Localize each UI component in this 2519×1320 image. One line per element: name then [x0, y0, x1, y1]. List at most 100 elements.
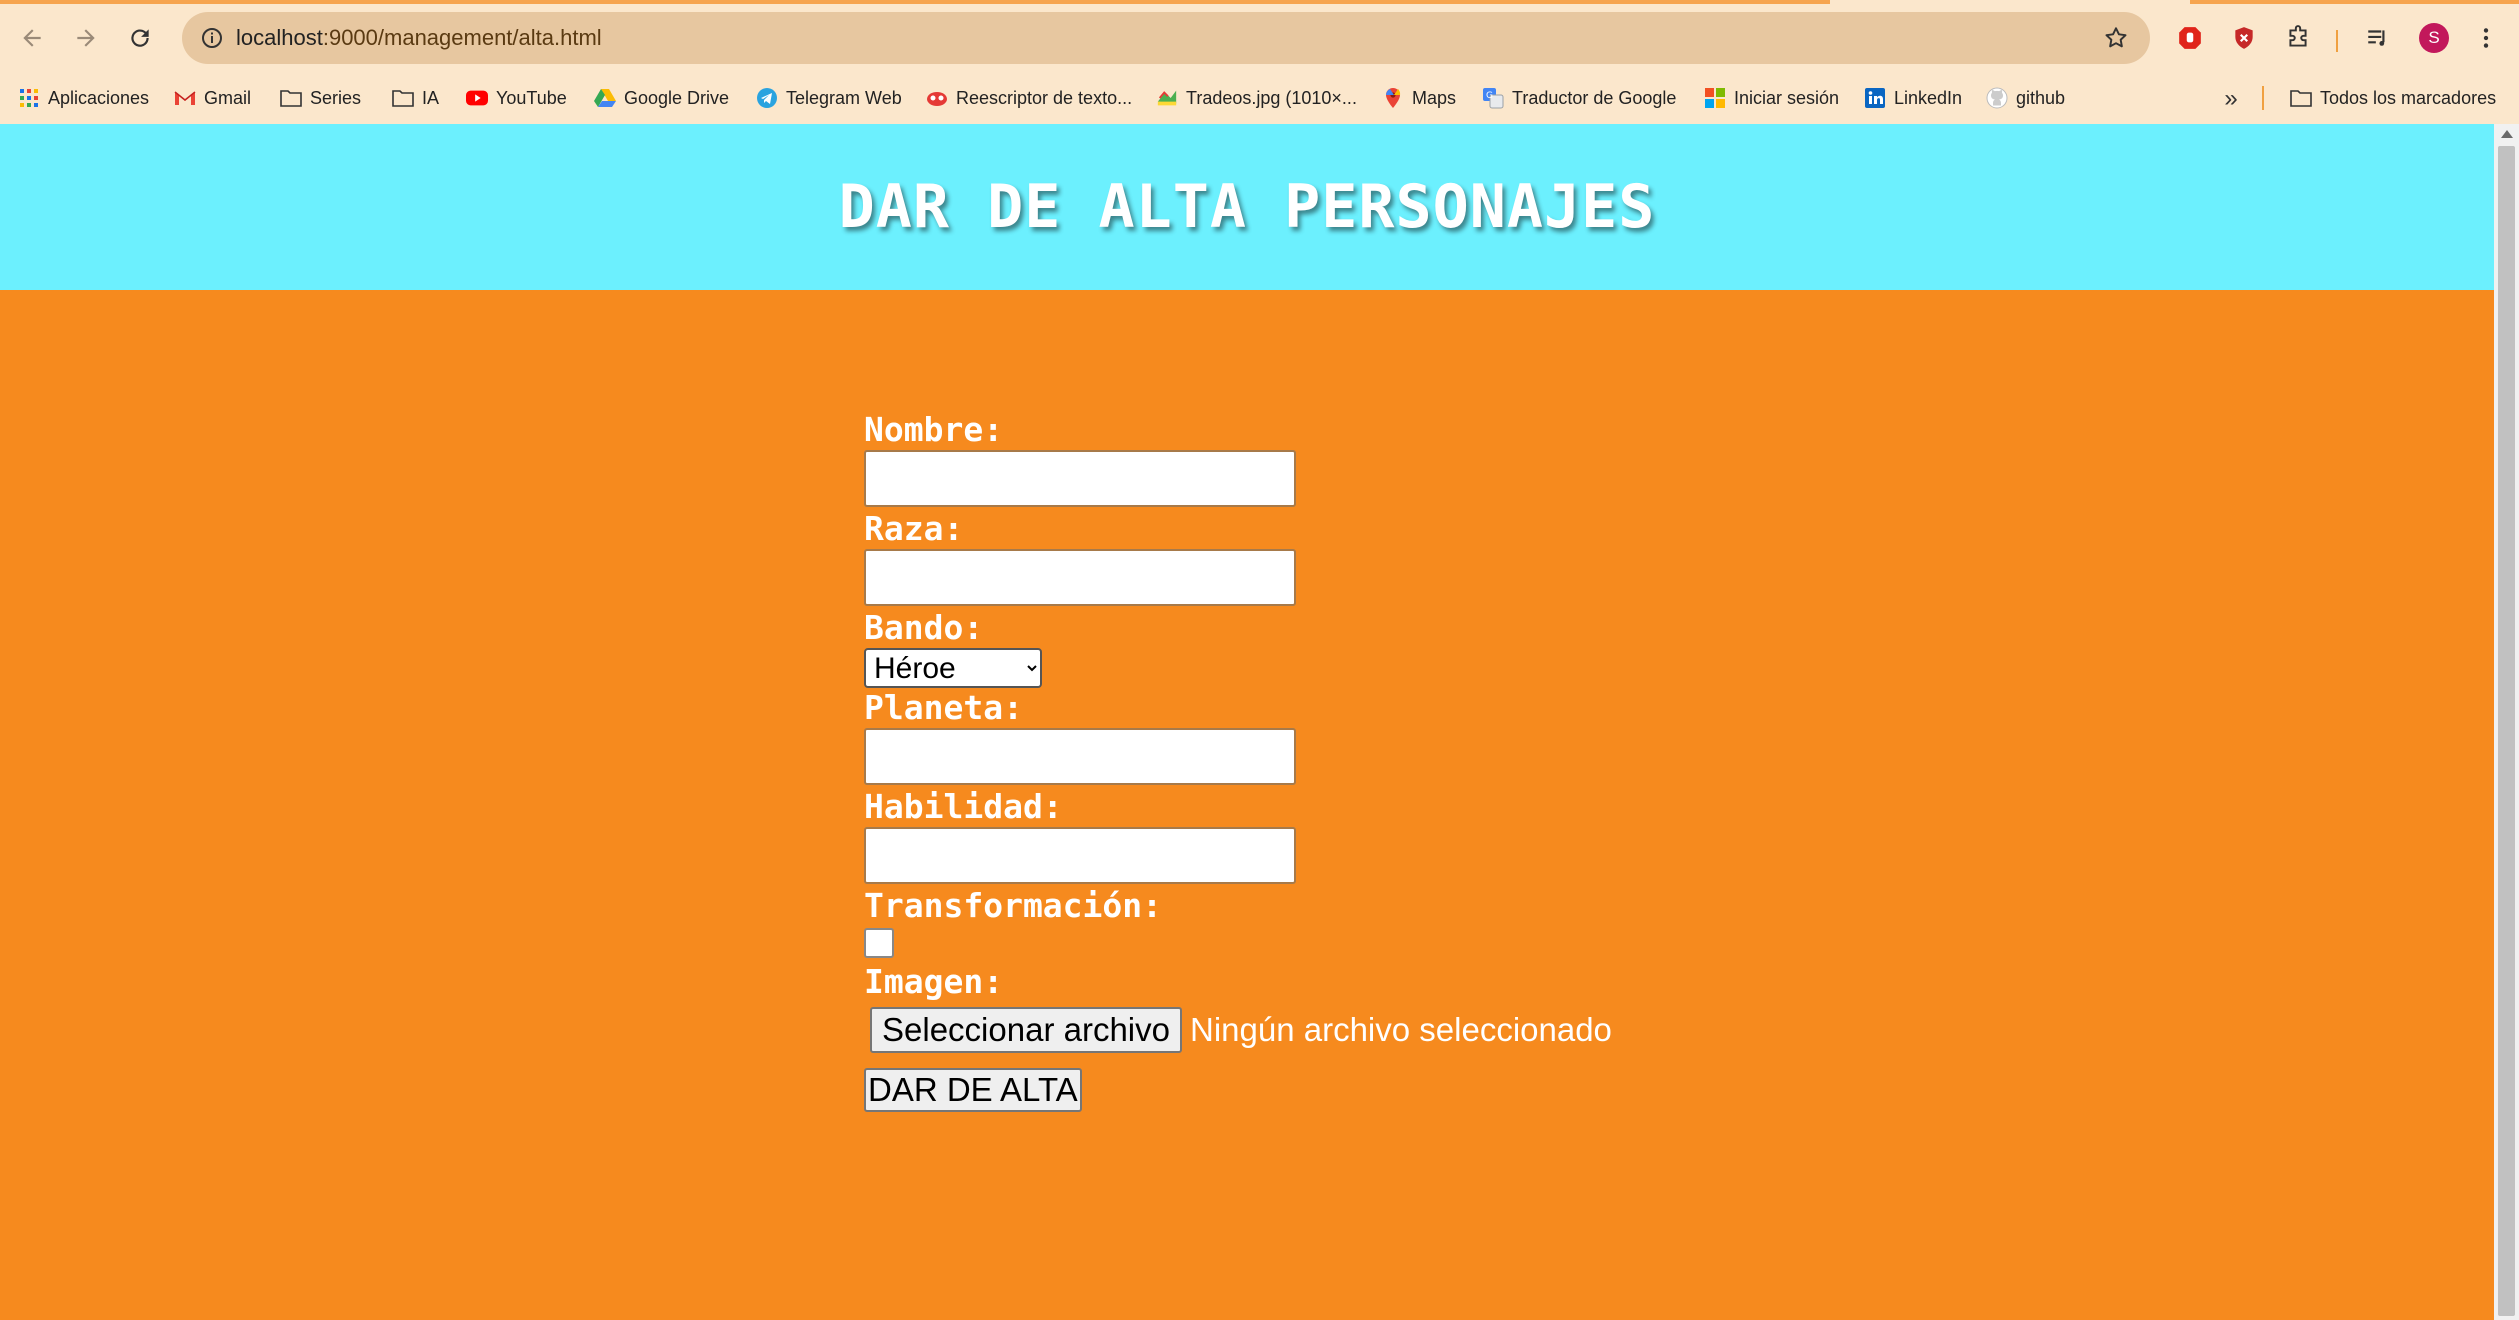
browser-chrome: localhost:9000/management/alta.html S Ap — [0, 0, 2519, 124]
translate-icon: G — [1482, 87, 1504, 109]
bando-label: Bando: — [864, 608, 984, 647]
bookmark-gmail[interactable]: Gmail — [174, 80, 251, 116]
back-button[interactable] — [12, 18, 52, 58]
bando-select[interactable]: Héroe — [864, 648, 1042, 688]
transformacion-checkbox[interactable] — [864, 928, 894, 958]
chevron-double-right-icon: » — [2224, 85, 2238, 112]
all-bookmarks-folder[interactable]: Todos los marcadores — [2290, 80, 2496, 116]
bookmark-label: Series — [310, 87, 362, 108]
bookmark-traductor[interactable]: G Traductor de Google — [1482, 80, 1676, 116]
bookmark-label: Google Drive — [624, 87, 730, 108]
bookmark-linkedin[interactable]: LinkedIn — [1864, 80, 1962, 116]
extension-shield-button[interactable] — [2226, 20, 2262, 56]
star-icon — [2105, 27, 2127, 48]
profile-avatar[interactable]: S — [2416, 20, 2452, 56]
address-bar[interactable]: localhost:9000/management/alta.html — [182, 12, 2150, 64]
adblock-hand-icon — [2179, 27, 2201, 49]
extensions-button[interactable] — [2280, 20, 2316, 56]
scrollbar-thumb[interactable] — [2498, 146, 2515, 1316]
bookmark-label: Gmail — [204, 87, 252, 108]
nombre-label: Nombre: — [864, 410, 1004, 449]
bookmark-label: LinkedIn — [1894, 87, 1963, 108]
telegram-icon — [756, 87, 778, 109]
url-host: localhost — [236, 25, 323, 50]
planeta-label: Planeta: — [864, 688, 1023, 727]
arrow-right-icon — [77, 29, 95, 47]
avatar-initial: S — [2419, 23, 2449, 53]
bookmark-aplicaciones[interactable]: Aplicaciones — [18, 80, 149, 116]
folder-icon — [280, 87, 302, 109]
reload-icon — [131, 29, 149, 47]
gmail-icon — [174, 87, 196, 109]
bookmark-series[interactable]: Series — [280, 80, 361, 116]
bookmark-label: Iniciar sesión — [1734, 87, 1840, 108]
page-header: DAR DE ALTA PERSONAJES — [0, 124, 2494, 290]
bookmark-youtube[interactable]: YouTube — [466, 80, 567, 116]
browser-menu-button[interactable] — [2468, 20, 2504, 56]
nombre-input[interactable] — [864, 450, 1296, 507]
habilidad-label: Habilidad: — [864, 787, 1063, 826]
bookmark-maps[interactable]: Maps — [1382, 80, 1456, 116]
bookmark-google-drive[interactable]: Google Drive — [594, 80, 729, 116]
imagen-file-input[interactable]: Seleccionar archivo Ningún archivo selec… — [864, 1002, 1764, 1058]
habilidad-input[interactable] — [864, 827, 1296, 884]
bookmarks-bar: Aplicaciones Gmail Series IA YouTube Goo… — [0, 72, 2519, 124]
file-status-text: Ningún archivo seleccionado — [1189, 1011, 1612, 1048]
forward-button[interactable] — [66, 18, 106, 58]
bookmarks-separator — [2262, 86, 2264, 110]
arrow-left-icon — [23, 29, 41, 47]
extension-adblock-button[interactable] — [2172, 20, 2208, 56]
dar-de-alta-button[interactable]: DAR DE ALTA — [864, 1068, 1082, 1112]
scroll-up-arrow-icon[interactable] — [2501, 130, 2513, 138]
bookmark-ia[interactable]: IA — [392, 80, 439, 116]
bookmark-label: Todos los marcadores — [2320, 87, 2497, 108]
bookmark-label: Traductor de Google — [1512, 87, 1677, 108]
page-title: DAR DE ALTA PERSONAJES — [838, 172, 1656, 242]
bookmark-telegram-web[interactable]: Telegram Web — [756, 80, 902, 116]
bookmark-iniciar-sesion[interactable]: Iniciar sesión — [1704, 80, 1839, 116]
alta-form: Nombre: Raza: Bando: Héroe Planeta: Habi… — [864, 410, 1764, 1112]
media-control-button[interactable] — [2360, 20, 2396, 56]
site-info-button[interactable] — [194, 20, 230, 56]
playlist-icon — [2368, 30, 2385, 46]
browser-toolbar: localhost:9000/management/alta.html S — [0, 4, 2519, 72]
linkedin-icon — [1864, 87, 1886, 109]
info-icon — [202, 28, 222, 48]
apps-grid-icon — [18, 87, 40, 109]
bookmark-label: Tradeos.jpg (1010×... — [1186, 87, 1357, 108]
youtube-icon — [466, 87, 488, 109]
bookmark-label: IA — [422, 87, 440, 108]
transformacion-label: Transformación: — [864, 886, 1163, 925]
url-path: :9000/management/alta.html — [322, 25, 602, 50]
folder-icon — [392, 87, 414, 109]
bookmark-label: Telegram Web — [786, 87, 902, 108]
shield-x-icon — [2235, 27, 2253, 49]
bookmark-star-button[interactable] — [2098, 20, 2134, 56]
raza-input[interactable] — [864, 549, 1296, 606]
puzzle-icon — [2289, 25, 2307, 47]
bookmark-label: YouTube — [496, 87, 567, 108]
bookmark-reescriptor[interactable]: Reescriptor de texto... — [926, 80, 1132, 116]
google-drive-icon — [594, 87, 616, 109]
more-vert-icon — [2483, 28, 2489, 48]
raza-label: Raza: — [864, 509, 964, 548]
bookmark-label: Reescriptor de texto... — [956, 87, 1133, 108]
bookmark-label: Maps — [1412, 87, 1457, 108]
image-icon — [1156, 87, 1178, 109]
select-file-button[interactable]: Seleccionar archivo — [870, 1007, 1182, 1053]
imagen-label: Imagen: — [864, 962, 1004, 1001]
github-icon — [1986, 87, 2008, 109]
svg-text:G: G — [1486, 91, 1493, 101]
reload-button[interactable] — [120, 18, 160, 58]
rewriter-icon — [926, 87, 948, 109]
page-scrollbar[interactable] — [2494, 124, 2519, 1320]
more-bookmarks-button[interactable]: » — [2216, 84, 2246, 114]
toolbar-separator — [2336, 30, 2338, 52]
maps-pin-icon — [1382, 87, 1404, 109]
planeta-input[interactable] — [864, 728, 1296, 785]
url-text[interactable]: localhost:9000/management/alta.html — [236, 12, 602, 64]
bookmark-github[interactable]: github — [1986, 80, 2065, 116]
bookmark-tradeos[interactable]: Tradeos.jpg (1010×... — [1156, 80, 1357, 116]
bookmark-label: Aplicaciones — [48, 87, 150, 108]
page-content: DAR DE ALTA PERSONAJES Nombre: Raza: Ban… — [0, 124, 2494, 1320]
